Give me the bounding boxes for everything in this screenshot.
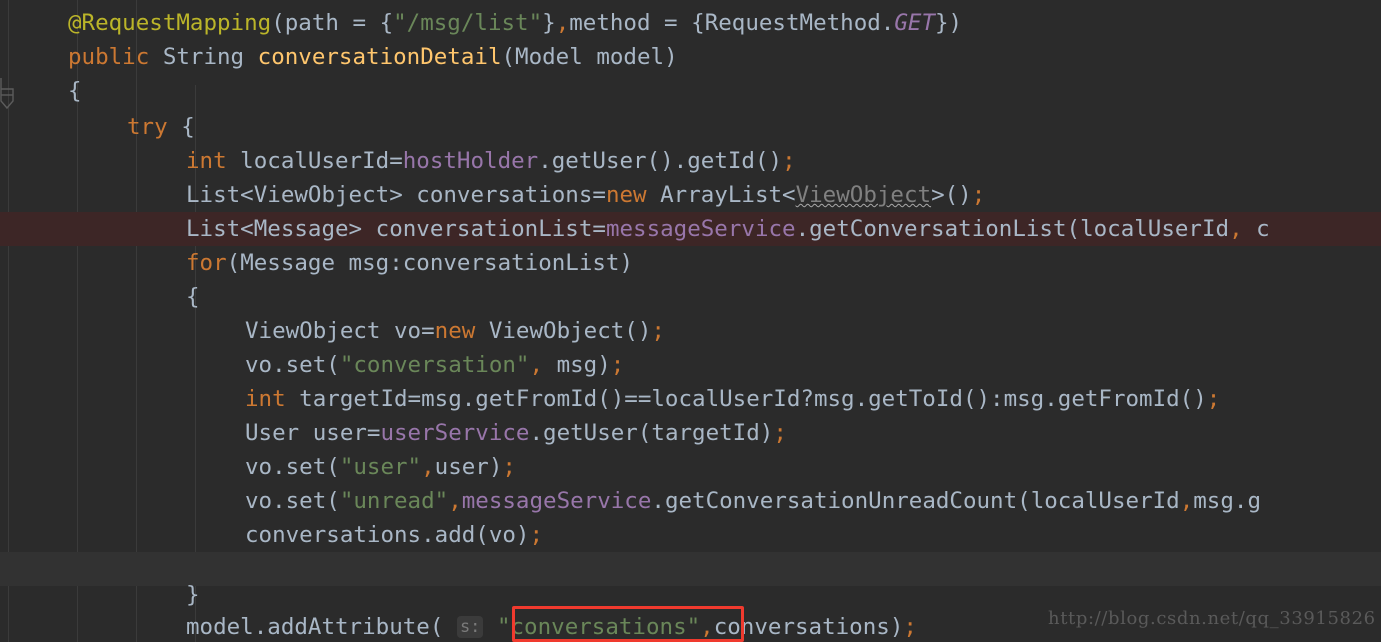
- code-line-5[interactable]: List<ViewObject> conversations=new Array…: [0, 178, 985, 212]
- code-line-3[interactable]: try {: [0, 110, 195, 144]
- code-line-7[interactable]: for(Message msg:conversationList): [0, 246, 633, 280]
- code-line-4[interactable]: int localUserId=hostHolder.getUser().get…: [0, 144, 796, 178]
- code-line-0[interactable]: @RequestMapping(path = {"/msg/list"},met…: [0, 6, 962, 40]
- watermark-text: http://blog.csdn.net/qq_33915826: [1048, 608, 1376, 629]
- code-line-1[interactable]: public String conversationDetail(Model m…: [0, 40, 678, 74]
- parameter-hint-chip: s:: [456, 616, 484, 638]
- code-line-10[interactable]: vo.set("conversation", msg);: [0, 348, 624, 382]
- code-line-13[interactable]: vo.set("user",user);: [0, 450, 516, 484]
- code-line-15[interactable]: conversations.add(vo);: [0, 518, 543, 552]
- code-line-6[interactable]: List<Message> conversationList=messageSe…: [0, 212, 1270, 246]
- code-line-17[interactable]: }: [0, 578, 200, 612]
- code-line-11[interactable]: int targetId=msg.getFromId()==localUserI…: [0, 382, 1220, 416]
- code-line-2[interactable]: {: [0, 74, 82, 108]
- code-line-12[interactable]: User user=userService.getUser(targetId);: [0, 416, 787, 450]
- code-line-8[interactable]: {: [0, 280, 200, 314]
- code-editor[interactable]: @RequestMapping(path = {"/msg/list"},met…: [0, 0, 1381, 642]
- code-line-9[interactable]: ViewObject vo=new ViewObject();: [0, 314, 665, 348]
- code-line-14[interactable]: vo.set("unread",messageService.getConver…: [0, 484, 1261, 518]
- code-line-18[interactable]: model.addAttribute( s: "conversations",c…: [0, 610, 917, 642]
- code-text-layer: @RequestMapping(path = {"/msg/list"},met…: [0, 0, 1381, 642]
